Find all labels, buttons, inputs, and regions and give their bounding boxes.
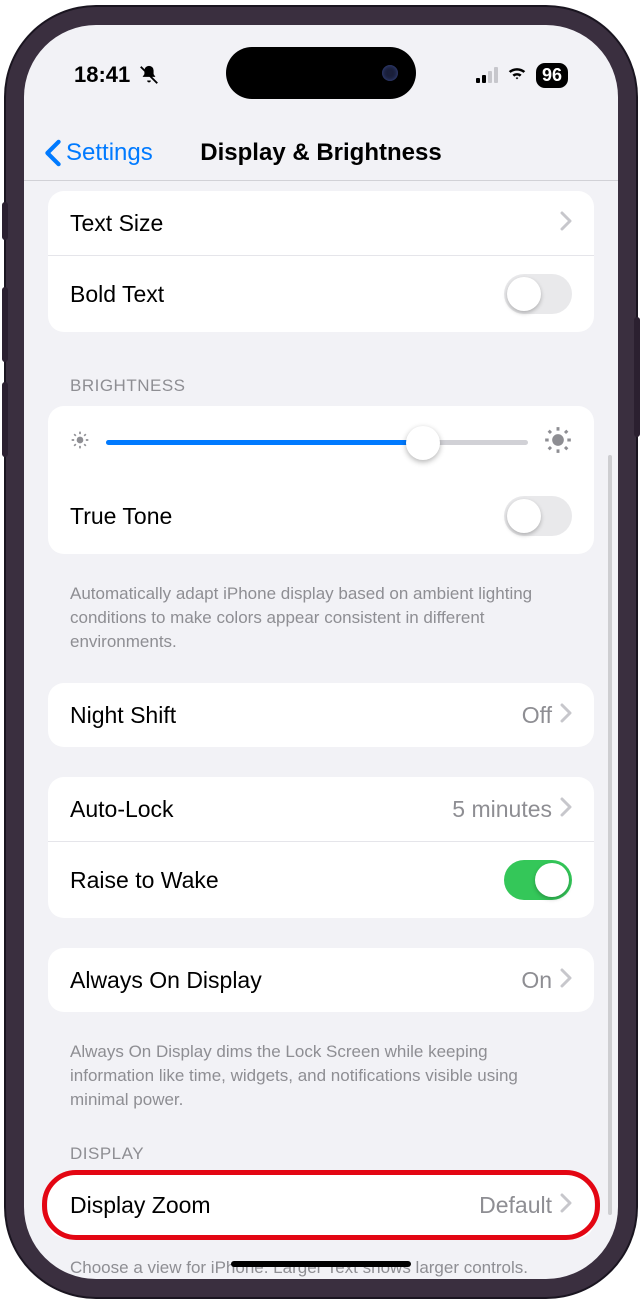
- night-shift-group: Night Shift Off: [48, 683, 594, 747]
- chevron-right-icon: [560, 210, 572, 237]
- page-title: Display & Brightness: [200, 139, 441, 167]
- scrollbar[interactable]: [608, 455, 612, 1215]
- raise-to-wake-toggle[interactable]: [504, 860, 572, 900]
- row-bold-text: Bold Text: [48, 255, 594, 332]
- row-auto-lock[interactable]: Auto-Lock 5 minutes: [48, 777, 594, 841]
- always-on-value: On: [521, 967, 552, 994]
- auto-lock-label: Auto-Lock: [70, 796, 174, 823]
- wifi-icon: [506, 61, 528, 89]
- sun-low-icon: [70, 430, 90, 455]
- true-tone-label: True Tone: [70, 503, 172, 530]
- night-shift-value: Off: [522, 702, 552, 729]
- row-text-size[interactable]: Text Size: [48, 191, 594, 255]
- always-on-group: Always On Display On: [48, 948, 594, 1012]
- true-tone-toggle[interactable]: [504, 496, 572, 536]
- row-true-tone: True Tone: [48, 478, 594, 554]
- chevron-right-icon: [560, 796, 572, 823]
- chevron-right-icon: [560, 702, 572, 729]
- sun-high-icon: [544, 426, 572, 459]
- always-on-label: Always On Display: [70, 967, 262, 994]
- callout-highlight: [42, 1170, 600, 1240]
- row-night-shift[interactable]: Night Shift Off: [48, 683, 594, 747]
- status-time: 18:41: [74, 62, 130, 88]
- back-button[interactable]: Settings: [44, 139, 153, 167]
- auto-lock-value: 5 minutes: [452, 796, 552, 823]
- lock-group: Auto-Lock 5 minutes Raise to Wake: [48, 777, 594, 918]
- display-header: DISPLAY: [48, 1118, 594, 1174]
- back-label: Settings: [66, 139, 153, 167]
- camera-dot: [382, 65, 398, 81]
- row-always-on[interactable]: Always On Display On: [48, 948, 594, 1012]
- home-indicator[interactable]: [231, 1261, 411, 1267]
- bold-text-toggle[interactable]: [504, 274, 572, 314]
- phone-frame: 18:41 96 Settings Display & Brightness: [6, 7, 636, 1297]
- chevron-right-icon: [560, 967, 572, 994]
- night-shift-label: Night Shift: [70, 702, 176, 729]
- volume-up: [2, 287, 8, 362]
- volume-down: [2, 382, 8, 457]
- battery-level: 96: [536, 63, 568, 88]
- text-group: Text Size Bold Text: [48, 191, 594, 332]
- brightness-slider-row: [48, 406, 594, 478]
- brightness-slider[interactable]: [106, 424, 528, 460]
- raise-to-wake-label: Raise to Wake: [70, 867, 219, 894]
- true-tone-footer: Automatically adapt iPhone display based…: [48, 572, 594, 659]
- power-button: [634, 317, 640, 437]
- text-size-label: Text Size: [70, 210, 163, 237]
- screen: 18:41 96 Settings Display & Brightness: [24, 25, 618, 1279]
- mute-switch: [2, 202, 8, 240]
- dynamic-island: [226, 47, 416, 99]
- always-on-footer: Always On Display dims the Lock Screen w…: [48, 1030, 594, 1117]
- row-raise-to-wake: Raise to Wake: [48, 841, 594, 918]
- brightness-header: BRIGHTNESS: [48, 350, 594, 406]
- cellular-icon: [476, 67, 498, 83]
- nav-bar: Settings Display & Brightness: [24, 125, 618, 181]
- bold-text-label: Bold Text: [70, 281, 164, 308]
- silent-mode-icon: [138, 64, 160, 86]
- brightness-group: True Tone: [48, 406, 594, 554]
